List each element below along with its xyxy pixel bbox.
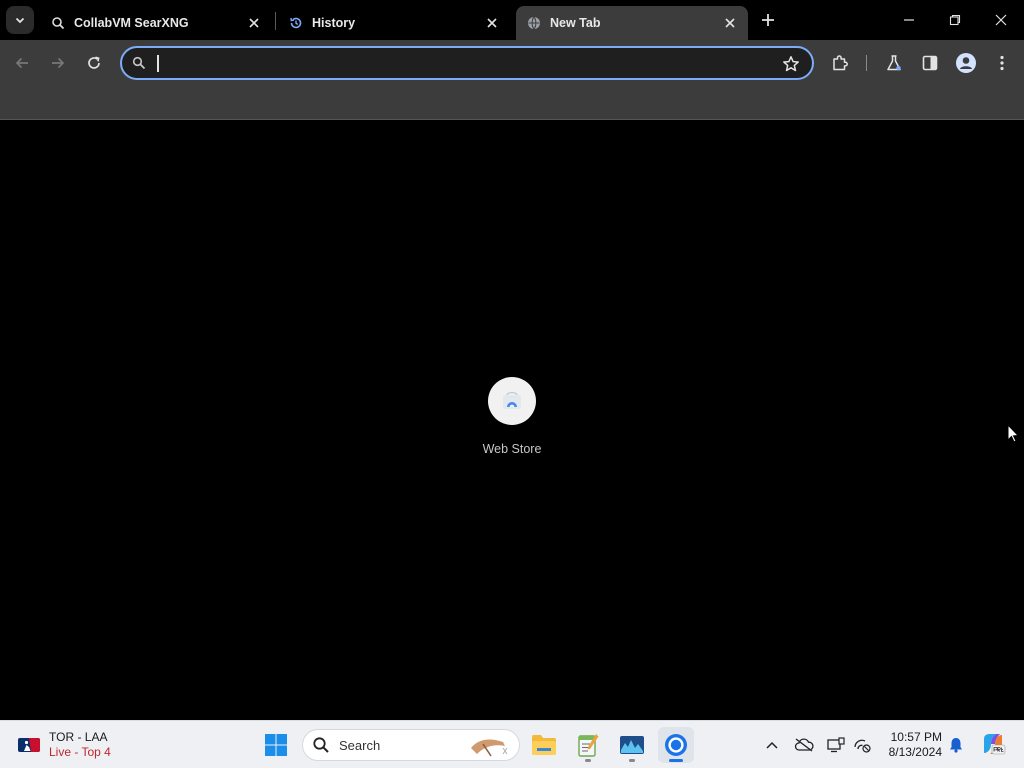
running-indicator bbox=[585, 759, 591, 762]
arrow-left-icon bbox=[15, 57, 28, 69]
chevron-down-icon bbox=[15, 17, 25, 24]
close-icon[interactable] bbox=[484, 15, 500, 31]
close-window-button[interactable] bbox=[978, 0, 1024, 40]
chevron-up-icon bbox=[766, 741, 778, 749]
widget-line-2: Live - Top 4 bbox=[49, 745, 111, 759]
sports-widget[interactable]: TOR - LAA Live - Top 4 bbox=[18, 729, 111, 761]
extensions-button[interactable] bbox=[828, 51, 852, 75]
search-icon bbox=[132, 56, 146, 70]
copilot-button[interactable] bbox=[980, 731, 1006, 757]
tray-network[interactable] bbox=[852, 735, 872, 755]
history-icon bbox=[288, 15, 304, 31]
minimize-icon bbox=[904, 19, 914, 21]
search-label: Search bbox=[339, 737, 381, 753]
tab-divider bbox=[275, 12, 276, 30]
back-button[interactable] bbox=[10, 51, 34, 75]
search-highlight-icon bbox=[471, 739, 508, 757]
taskbar-notepad[interactable] bbox=[570, 727, 606, 763]
shortcut-tile-web-store[interactable]: Web Store bbox=[472, 377, 552, 463]
web-store-icon bbox=[488, 377, 536, 425]
windows-taskbar: TOR - LAA Live - Top 4 Search 10:57 PM 8… bbox=[0, 720, 1024, 768]
close-icon bbox=[995, 14, 1007, 26]
puzzle-piece-icon bbox=[833, 55, 848, 71]
taskbar-clock[interactable]: 10:57 PM 8/13/2024 bbox=[878, 730, 942, 760]
taskbar-file-explorer[interactable] bbox=[526, 727, 562, 763]
photos-icon bbox=[620, 736, 644, 754]
clock-date: 8/13/2024 bbox=[888, 745, 942, 759]
plus-icon bbox=[762, 14, 774, 26]
taskbar-search[interactable]: Search bbox=[302, 729, 520, 761]
bookmark-star-icon[interactable] bbox=[782, 55, 800, 73]
taskbar-photos[interactable] bbox=[614, 727, 650, 763]
tray-display[interactable] bbox=[826, 735, 846, 755]
reload-icon bbox=[88, 56, 100, 69]
show-hidden-icons-button[interactable] bbox=[762, 735, 782, 755]
close-icon[interactable] bbox=[722, 15, 738, 31]
new-tab-button[interactable] bbox=[756, 8, 780, 32]
tab-collabvm-searxng[interactable]: CollabVM SearXNG bbox=[40, 6, 272, 40]
kebab-menu-icon bbox=[1000, 55, 1004, 71]
start-button[interactable] bbox=[258, 727, 294, 763]
notifications-button[interactable] bbox=[946, 735, 966, 755]
notification-bell-icon bbox=[950, 738, 962, 753]
globe-icon bbox=[526, 15, 542, 31]
tab-title: CollabVM SearXNG bbox=[74, 16, 189, 30]
close-icon[interactable] bbox=[246, 15, 262, 31]
display-icon bbox=[827, 737, 845, 753]
restore-button[interactable] bbox=[932, 0, 978, 40]
tab-title: History bbox=[312, 16, 356, 30]
tab-strip: CollabVM SearXNG History New Tab bbox=[0, 0, 1024, 40]
bookmarks-bar bbox=[0, 86, 1024, 120]
reload-button[interactable] bbox=[82, 51, 106, 75]
address-bar[interactable] bbox=[120, 46, 814, 80]
network-icon bbox=[854, 739, 871, 753]
forward-button[interactable] bbox=[46, 51, 70, 75]
file-explorer-icon bbox=[532, 735, 556, 755]
tab-search-button[interactable] bbox=[6, 6, 34, 34]
running-indicator bbox=[669, 759, 683, 762]
chrome-icon bbox=[665, 734, 687, 756]
tab-title: New Tab bbox=[550, 16, 601, 30]
side-panel-icon bbox=[922, 55, 938, 71]
tray-onedrive[interactable] bbox=[794, 735, 814, 755]
text-caret bbox=[157, 55, 159, 72]
mouse-cursor-icon bbox=[1007, 424, 1019, 443]
taskbar-chrome[interactable] bbox=[658, 727, 694, 763]
shortcut-label: Web Store bbox=[482, 442, 542, 456]
labs-button[interactable] bbox=[882, 51, 906, 75]
restore-icon bbox=[949, 14, 961, 26]
avatar-icon bbox=[956, 53, 976, 73]
address-input[interactable] bbox=[156, 52, 766, 74]
new-tab-page: Web Store bbox=[0, 121, 1024, 720]
notepad-icon bbox=[578, 734, 599, 757]
widget-line-1: TOR - LAA bbox=[49, 730, 108, 744]
side-panel-button[interactable] bbox=[918, 51, 942, 75]
windows-start-icon bbox=[265, 734, 287, 756]
tab-history[interactable]: History bbox=[278, 6, 510, 40]
minimize-button[interactable] bbox=[886, 0, 932, 40]
flask-icon bbox=[887, 55, 901, 71]
menu-button[interactable] bbox=[990, 51, 1014, 75]
running-indicator bbox=[629, 759, 635, 762]
toolbar-divider bbox=[866, 55, 867, 71]
clock-time: 10:57 PM bbox=[890, 730, 942, 744]
profile-button[interactable] bbox=[954, 51, 978, 75]
browser-toolbar bbox=[0, 40, 1024, 86]
onedrive-offline-icon bbox=[794, 738, 814, 752]
arrow-right-icon bbox=[52, 57, 65, 69]
copilot-icon bbox=[984, 734, 1006, 755]
tab-new-tab[interactable]: New Tab bbox=[516, 6, 748, 40]
searxng-icon bbox=[50, 15, 66, 31]
search-icon bbox=[313, 737, 329, 753]
mlb-logo-icon bbox=[18, 738, 40, 752]
